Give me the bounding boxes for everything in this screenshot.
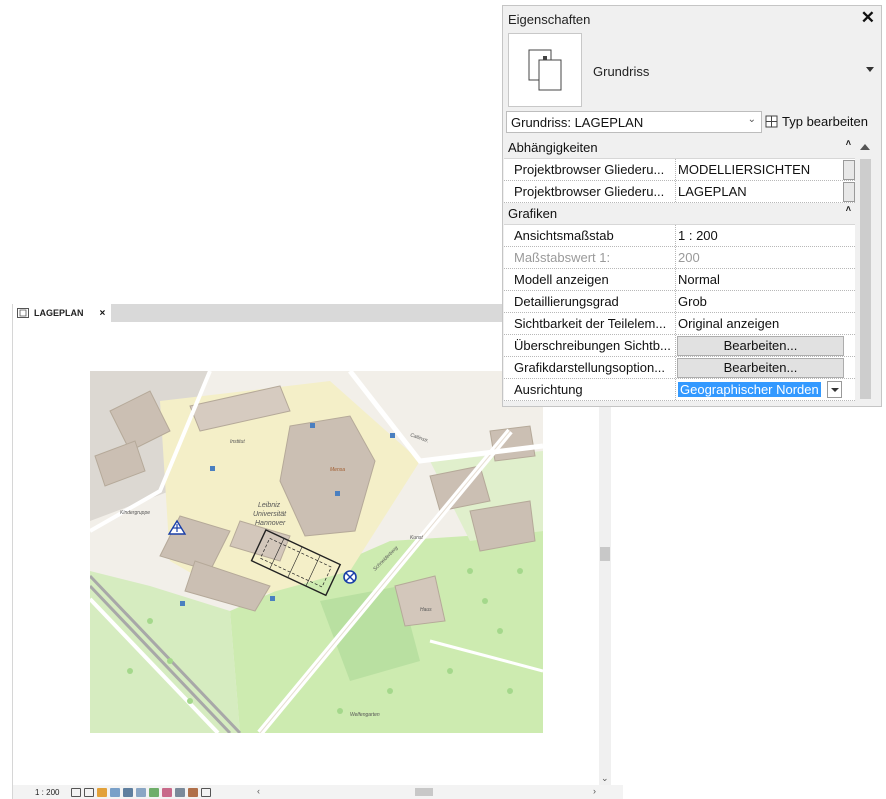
property-row[interactable]: Detaillierungsgrad Grob xyxy=(504,291,855,313)
property-row[interactable]: Grafikdarstellungsoption... Bearbeiten..… xyxy=(504,357,855,379)
category-grafiken[interactable]: Grafiken ˄ xyxy=(504,203,855,225)
shadows-icon[interactable] xyxy=(110,787,121,797)
map-label-universitat: Universität xyxy=(253,511,287,518)
property-row[interactable]: Modell anzeigen Normal xyxy=(504,269,855,291)
property-value[interactable]: LAGEPLAN xyxy=(676,181,855,202)
view-scale-value[interactable]: 1 : 200 xyxy=(35,788,59,797)
temporary-hide-icon[interactable] xyxy=(162,787,173,797)
property-row[interactable]: Sichtbarkeit der Teilelem... Original an… xyxy=(504,313,855,335)
analytical-model-icon[interactable] xyxy=(201,787,212,797)
map-label-hannover: Hannover xyxy=(255,520,286,527)
map-label-haus: Haus xyxy=(420,607,432,613)
properties-scroll-thumb[interactable] xyxy=(860,159,871,399)
edit-type-label: Typ bearbeiten xyxy=(782,114,869,129)
property-value-text: LAGEPLAN xyxy=(678,184,747,199)
properties-palette: Eigenschaften ✕ Grundriss Grundriss: LAG… xyxy=(502,5,882,407)
unlock-3d-view-icon[interactable] xyxy=(149,787,160,797)
property-key: Ausrichtung xyxy=(504,379,676,400)
value-side-button[interactable] xyxy=(843,160,855,180)
property-key: Projektbrowser Gliederu... xyxy=(504,159,676,180)
scroll-right-icon[interactable]: › xyxy=(593,786,596,796)
category-label: Grafiken xyxy=(508,206,558,221)
scroll-left-icon[interactable]: ‹ xyxy=(257,786,260,796)
view-vertical-scroll-thumb[interactable] xyxy=(600,547,610,561)
map-label-kindergruppe: Kindergruppe xyxy=(120,510,150,516)
map-label-institut: Institut xyxy=(230,439,245,445)
view-control-bar: 1 : 200 ‹ › xyxy=(13,785,623,799)
close-tab-icon[interactable]: × xyxy=(100,308,106,319)
collapse-icon[interactable]: ˄ xyxy=(846,138,851,148)
orientation-selected-value[interactable]: Geographischer Norden xyxy=(678,382,821,397)
category-label: Abhängigkeiten xyxy=(508,140,598,155)
worksharing-display-icon[interactable] xyxy=(188,787,199,797)
sun-path-icon[interactable] xyxy=(97,787,108,797)
property-value[interactable]: Original anzeigen xyxy=(676,313,855,334)
map-label-kunst: Kunst xyxy=(410,535,423,541)
edit-visibility-overrides-button[interactable]: Bearbeiten... xyxy=(677,336,844,356)
type-selector[interactable]: Grundriss xyxy=(508,33,874,109)
property-value[interactable]: 1 : 200 xyxy=(676,225,855,246)
instance-filter-dropdown[interactable]: Grundriss: LAGEPLAN ⌄ xyxy=(506,111,762,133)
view-tab-label: LAGEPLAN xyxy=(34,308,84,318)
chevron-down-icon[interactable] xyxy=(827,381,842,398)
type-name: Grundriss xyxy=(593,64,650,79)
property-value: 200 xyxy=(678,250,700,265)
property-value[interactable]: Normal xyxy=(676,269,855,290)
property-row[interactable]: Ausrichtung Geographischer Norden xyxy=(504,379,855,401)
property-key: Sichtbarkeit der Teilelem... xyxy=(504,313,676,334)
chevron-down-icon[interactable] xyxy=(866,67,874,72)
property-value[interactable]: Grob xyxy=(676,291,855,312)
category-abhaengigkeiten[interactable]: Abhängigkeiten ˄ xyxy=(504,137,855,159)
show-crop-region-icon[interactable] xyxy=(136,787,147,797)
collapse-icon[interactable]: ˄ xyxy=(846,204,851,214)
property-key: Grafikdarstellungsoption... xyxy=(504,357,676,378)
site-map-image[interactable]: Leibniz Universität Hannover Kunst Haus … xyxy=(90,371,543,733)
property-key: Detaillierungsgrad xyxy=(504,291,676,312)
property-row[interactable]: Projektbrowser Gliederu... LAGEPLAN xyxy=(504,181,855,203)
property-key: Projektbrowser Gliederu... xyxy=(504,181,676,202)
property-key: Modell anzeigen xyxy=(504,269,676,290)
property-value[interactable]: Bearbeiten... xyxy=(676,335,855,356)
edit-type-icon xyxy=(765,115,778,128)
floor-plan-type-icon xyxy=(528,49,562,91)
reveal-hidden-icon[interactable] xyxy=(175,787,186,797)
value-side-button[interactable] xyxy=(843,182,855,202)
visual-style-icon[interactable] xyxy=(84,787,95,797)
type-preview-image xyxy=(508,33,582,107)
palette-title: Eigenschaften xyxy=(508,12,591,27)
orientation-select[interactable]: Geographischer Norden xyxy=(676,379,855,400)
property-row[interactable]: Projektbrowser Gliederu... MODELLIERSICH… xyxy=(504,159,855,181)
chevron-down-icon[interactable]: ⌄ xyxy=(748,114,756,125)
property-key: Ansichtsmaßstab xyxy=(504,225,676,246)
scroll-down-icon[interactable]: ⌄ xyxy=(601,773,609,784)
property-value[interactable]: MODELLIERSICHTEN xyxy=(676,159,855,180)
property-key: Maßstabswert 1: xyxy=(504,247,676,268)
close-palette-icon[interactable]: ✕ xyxy=(861,8,875,28)
map-label-leibniz: Leibniz xyxy=(258,502,281,509)
edit-graphic-display-button[interactable]: Bearbeiten... xyxy=(677,358,844,378)
view-horizontal-scrollbar[interactable]: ‹ › xyxy=(257,786,596,797)
floor-plan-icon xyxy=(17,308,29,318)
view-horizontal-scroll-thumb[interactable] xyxy=(415,788,433,796)
property-grid: Abhängigkeiten ˄ Projektbrowser Gliederu… xyxy=(504,137,855,401)
detail-level-icon[interactable] xyxy=(71,787,82,797)
map-label-mensa: Mensa xyxy=(330,467,345,473)
edit-type-button[interactable]: Typ bearbeiten xyxy=(765,114,868,129)
instance-filter-value: Grundriss: LAGEPLAN xyxy=(511,115,644,130)
crop-view-icon[interactable] xyxy=(123,787,134,797)
view-tab-lageplan[interactable]: LAGEPLAN × xyxy=(13,304,111,322)
scroll-up-icon[interactable] xyxy=(860,144,870,150)
property-value[interactable]: Bearbeiten... xyxy=(676,357,855,378)
property-row[interactable]: Überschreibungen Sichtb... Bearbeiten... xyxy=(504,335,855,357)
property-key: Überschreibungen Sichtb... xyxy=(504,335,676,356)
properties-scrollbar[interactable] xyxy=(857,137,874,406)
property-row[interactable]: Ansichtsmaßstab 1 : 200 xyxy=(504,225,855,247)
map-label-welfengarten: Welfengarten xyxy=(350,712,380,718)
property-value-text: MODELLIERSICHTEN xyxy=(678,162,811,177)
property-row: Maßstabswert 1: 200 xyxy=(504,247,855,269)
survey-point-icon[interactable] xyxy=(343,570,357,584)
